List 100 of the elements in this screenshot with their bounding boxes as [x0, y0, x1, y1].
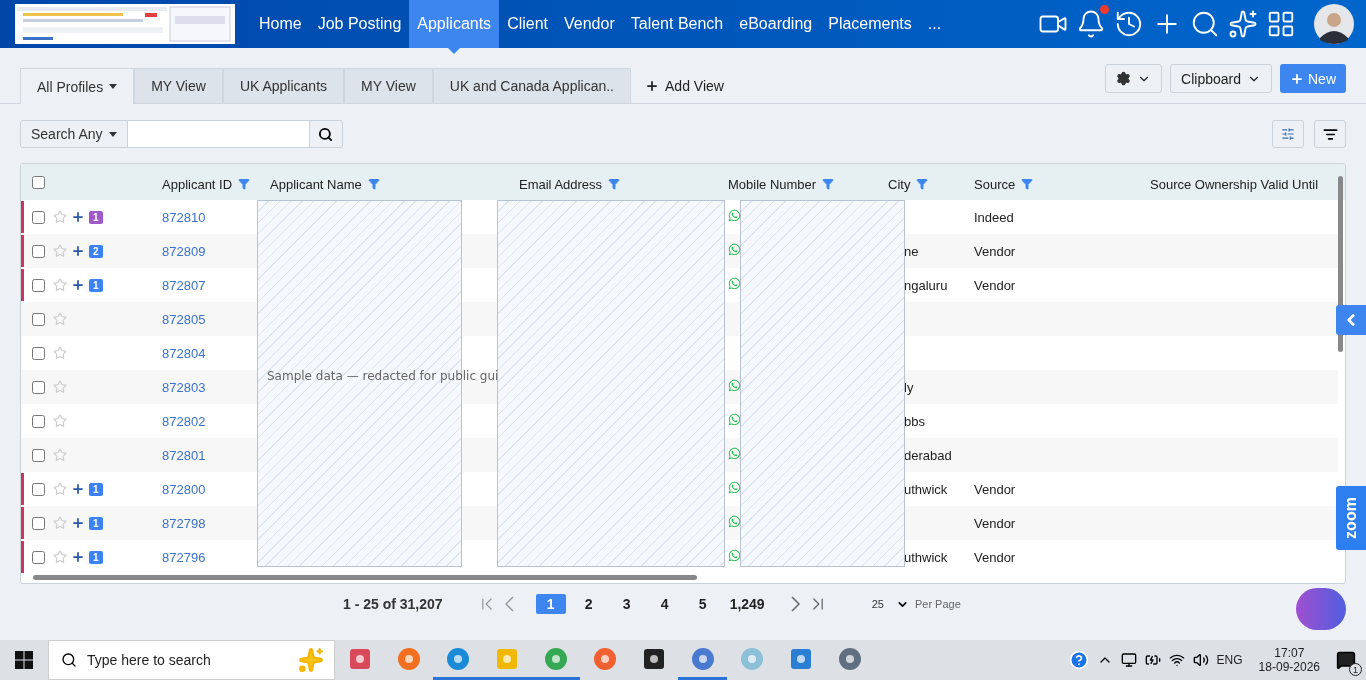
applicant-id-link[interactable]: 872809	[162, 244, 206, 259]
whatsapp-icon[interactable]	[728, 515, 741, 528]
row-checkbox[interactable]	[32, 414, 45, 428]
plus-icon[interactable]	[71, 278, 85, 292]
star-icon[interactable]	[53, 448, 67, 462]
applicant-id-link[interactable]: 872798	[162, 516, 206, 531]
zoom-tab[interactable]: zoom	[1336, 486, 1366, 550]
clock[interactable]: 17:07 18-09-2026	[1258, 646, 1320, 674]
history-icon[interactable]	[1114, 9, 1144, 39]
star-icon[interactable]	[53, 516, 67, 530]
scrollbar[interactable]	[33, 575, 697, 580]
help-icon[interactable]	[1068, 650, 1089, 670]
more-menu[interactable]: ...	[919, 0, 950, 48]
filter-icon[interactable]	[822, 178, 835, 190]
star-icon[interactable]	[53, 414, 67, 428]
plus-icon[interactable]	[71, 516, 85, 530]
applicant-id-link[interactable]: 872802	[162, 414, 206, 429]
avatar[interactable]	[1314, 4, 1354, 44]
filter-icon[interactable]	[608, 178, 621, 190]
battery-icon[interactable]	[1144, 652, 1161, 668]
star-icon[interactable]	[53, 210, 67, 224]
filter-icon[interactable]	[1021, 178, 1034, 190]
search-button[interactable]	[309, 120, 343, 148]
nav-item[interactable]: Home	[251, 0, 310, 48]
whatsapp-icon[interactable]	[728, 243, 741, 256]
chat-button[interactable]	[1296, 588, 1346, 630]
page-button[interactable]: 1	[535, 594, 566, 614]
new-button[interactable]: New	[1280, 64, 1346, 93]
applicant-id-link[interactable]: 872807	[162, 278, 206, 293]
filter-icon[interactable]	[238, 178, 251, 190]
star-icon[interactable]	[53, 380, 67, 394]
column-settings-button[interactable]	[1272, 120, 1304, 148]
plus-icon[interactable]	[71, 482, 85, 496]
star-icon[interactable]	[53, 482, 67, 496]
row-checkbox[interactable]	[32, 346, 45, 360]
row-checkbox[interactable]	[32, 550, 45, 564]
view-tab[interactable]: All Profiles	[20, 68, 135, 104]
taskbar-search[interactable]: Type here to search	[48, 640, 335, 680]
plus-icon[interactable]	[71, 210, 85, 224]
whatsapp-icon[interactable]	[728, 413, 741, 426]
select-all-checkbox[interactable]	[32, 175, 45, 189]
row-checkbox[interactable]	[32, 448, 45, 462]
row-checkbox[interactable]	[32, 210, 45, 224]
nav-item[interactable]: Client	[499, 0, 557, 48]
nav-item[interactable]: Vendor	[556, 0, 623, 48]
page-button[interactable]: 3	[611, 594, 642, 614]
filter-button[interactable]	[1314, 120, 1346, 148]
add-view-button[interactable]: Add View	[631, 68, 738, 103]
clipboard-button[interactable]: Clipboard	[1170, 64, 1272, 93]
star-icon[interactable]	[53, 312, 67, 326]
settings-button[interactable]	[1105, 64, 1163, 93]
view-tab[interactable]: UK and Canada Applican..	[432, 68, 631, 103]
whatsapp-icon[interactable]	[728, 379, 741, 392]
view-tab[interactable]: UK Applicants	[222, 68, 345, 103]
star-icon[interactable]	[53, 244, 67, 258]
page-button[interactable]: 5	[687, 594, 718, 614]
plus-icon[interactable]	[71, 244, 85, 258]
row-checkbox[interactable]	[32, 516, 45, 530]
applicant-id-link[interactable]: 872800	[162, 482, 206, 497]
applicant-id-link[interactable]: 872804	[162, 346, 206, 361]
page-button[interactable]: 4	[649, 594, 680, 614]
star-icon[interactable]	[53, 278, 67, 292]
applicant-id-link[interactable]: 872810	[162, 210, 206, 225]
view-tab[interactable]: MY View	[134, 68, 223, 103]
star-icon[interactable]	[53, 550, 67, 564]
nav-item[interactable]: eBoarding	[731, 0, 821, 48]
filter-icon[interactable]	[367, 178, 380, 190]
applicant-id-link[interactable]: 872801	[162, 448, 206, 463]
row-checkbox[interactable]	[32, 482, 45, 496]
applicant-id-link[interactable]: 872803	[162, 380, 206, 395]
whatsapp-icon[interactable]	[728, 277, 741, 290]
whatsapp-icon[interactable]	[728, 481, 741, 494]
whatsapp-icon[interactable]	[728, 209, 741, 222]
applicant-id-link[interactable]: 872805	[162, 312, 206, 327]
page-button[interactable]: 2	[573, 594, 604, 614]
search-field[interactable]	[127, 120, 310, 148]
applicant-id-link[interactable]: 872796	[162, 550, 206, 565]
monitor-icon[interactable]	[1120, 652, 1137, 668]
search-icon[interactable]	[1190, 9, 1220, 39]
view-tab[interactable]: MY View	[344, 68, 433, 103]
star-icon[interactable]	[53, 346, 67, 360]
row-checkbox[interactable]	[32, 312, 45, 326]
row-checkbox[interactable]	[32, 244, 45, 258]
sparkle-icon[interactable]	[1228, 9, 1258, 39]
volume-icon[interactable]	[1192, 652, 1209, 668]
collapse-tab[interactable]	[1336, 305, 1366, 335]
nav-item[interactable]: Placements	[820, 0, 920, 48]
filter-icon[interactable]	[916, 178, 929, 190]
wifi-icon[interactable]	[1168, 652, 1185, 668]
bell-icon[interactable]	[1076, 9, 1106, 39]
nav-item[interactable]: Job Posting	[309, 0, 410, 48]
search-mode-dropdown[interactable]: Search Any	[20, 120, 128, 148]
plus-icon[interactable]	[71, 550, 85, 564]
grid-icon[interactable]	[1266, 9, 1296, 39]
row-checkbox[interactable]	[32, 380, 45, 394]
page-button[interactable]: 1,249	[725, 594, 769, 614]
nav-item[interactable]: Talent Bench	[622, 0, 732, 48]
row-checkbox[interactable]	[32, 278, 45, 292]
whatsapp-icon[interactable]	[728, 447, 741, 460]
whatsapp-icon[interactable]	[728, 549, 741, 562]
